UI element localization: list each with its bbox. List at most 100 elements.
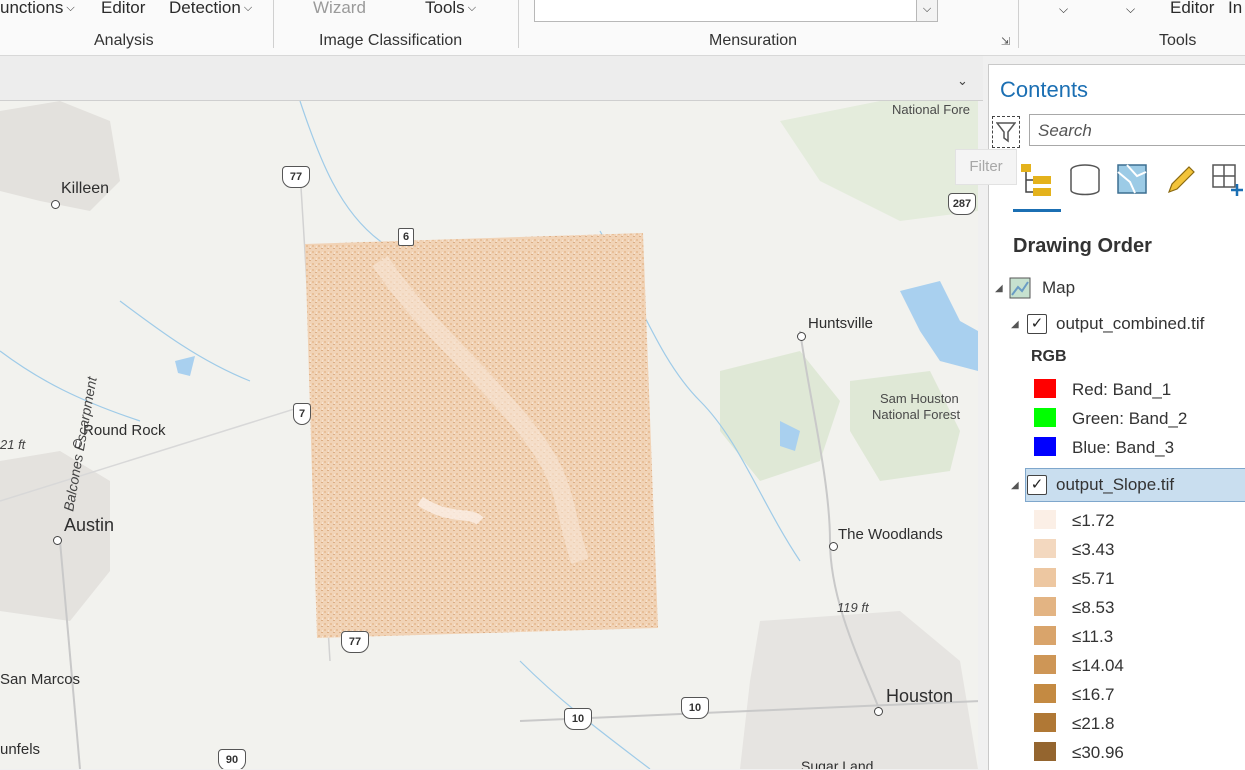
list-by-editing-icon[interactable] — [1163, 162, 1199, 198]
layer-name[interactable]: output_combined.tif — [1056, 314, 1204, 334]
slope-class-label: ≤5.71 — [1072, 569, 1115, 588]
renderer-label: RGB — [1031, 348, 1067, 365]
contents-pane: Contents Search Drawing Order ◢ Map ◢ ✓ … — [988, 64, 1245, 770]
list-by-data-source-icon[interactable] — [1067, 162, 1103, 198]
search-input[interactable]: Search — [1029, 114, 1245, 146]
chevron-down-icon: ⌵ — [243, 2, 253, 14]
slope-class-label: ≤21.8 — [1072, 714, 1115, 733]
place-label: Houston — [886, 686, 954, 706]
filter-icon — [996, 122, 1016, 143]
group-divider — [518, 0, 519, 48]
slope-class-swatch — [1034, 684, 1056, 703]
list-by-snapping-icon[interactable] — [1210, 162, 1245, 198]
list-by-selection-icon[interactable] — [1115, 162, 1151, 198]
slope-class-label: ≤8.53 — [1072, 598, 1115, 617]
highway-shield: 10 — [564, 708, 592, 730]
map-tab-strip: ⌄ — [0, 56, 983, 101]
collapse-icon[interactable]: ◢ — [1011, 480, 1019, 491]
forest-label: National Forest — [872, 407, 961, 422]
place-label: Round Rock — [83, 422, 166, 439]
pane-title: Contents — [1000, 77, 1089, 102]
chevron-down-icon[interactable]: ⌄ — [957, 73, 968, 89]
chevron-down-icon[interactable]: ⌵ — [1126, 2, 1135, 17]
tools-editor-button[interactable]: Editor — [1170, 0, 1214, 18]
group-label-analysis: Analysis — [94, 32, 154, 49]
group-divider — [273, 0, 274, 48]
mensuration-input[interactable] — [534, 0, 918, 22]
slope-class-swatch — [1034, 742, 1056, 761]
highway-shield: 10 — [681, 697, 709, 719]
place-label: unfels — [0, 741, 41, 758]
road — [0, 400, 321, 502]
slope-class-swatch — [1034, 539, 1056, 558]
group-label-tools: Tools — [1159, 32, 1197, 49]
highway-shield: 6 — [398, 228, 414, 246]
group-label-mensuration: Mensuration — [709, 32, 798, 49]
slope-class-swatch — [1034, 597, 1056, 616]
collapse-icon[interactable]: ◢ — [995, 283, 1003, 294]
wizard-button[interactable]: Wizard — [313, 0, 366, 18]
dialog-launcher-icon[interactable]: ⇲ — [1001, 36, 1013, 48]
river — [0, 350, 141, 422]
slope-class-swatch — [1034, 510, 1056, 529]
functions-menu[interactable]: unctions ⌵ — [0, 0, 75, 18]
slope-class-swatch — [1034, 626, 1056, 645]
lake — [900, 281, 978, 371]
list-by-drawing-order-icon[interactable] — [1019, 162, 1055, 198]
city-marker — [51, 200, 60, 209]
slope-raster — [305, 233, 658, 638]
place-label: Sugar Land — [801, 758, 874, 769]
band-label: Blue: Band_3 — [1072, 438, 1175, 457]
place-label: Killeen — [61, 180, 110, 197]
highway-shield: 77 — [341, 631, 369, 653]
forest-area — [850, 371, 960, 481]
band-label: Red: Band_1 — [1072, 380, 1172, 399]
map-view[interactable]: Killeen Huntsville Round Rock Austin The… — [0, 101, 978, 769]
tools-in-button[interactable]: In — [1228, 0, 1242, 18]
filter-button[interactable] — [992, 116, 1020, 148]
chevron-down-icon: ⌵ — [467, 2, 477, 14]
slope-class-swatch — [1034, 568, 1056, 587]
map-icon — [1009, 277, 1031, 299]
editor-button[interactable]: Editor — [101, 0, 145, 18]
band-swatch — [1034, 408, 1056, 427]
place-label: San Marcos — [0, 671, 81, 688]
slope-class-label: ≤14.04 — [1072, 656, 1124, 675]
layer-name[interactable]: output_Slope.tif — [1056, 475, 1174, 495]
slope-class-label: ≤16.7 — [1072, 685, 1115, 704]
slope-class-swatch — [1034, 713, 1056, 732]
layer-visibility-checkbox[interactable]: ✓ — [1027, 314, 1047, 334]
band-label: Green: Band_2 — [1072, 409, 1188, 428]
chevron-down-icon: ⌵ — [66, 2, 75, 14]
elevation-label: 21 ft — [0, 437, 26, 452]
city-marker — [797, 332, 806, 341]
slope-class-label: ≤30.96 — [1072, 743, 1124, 762]
group-label-image-classification: Image Classification — [319, 32, 463, 49]
group-divider — [1018, 0, 1019, 48]
highway-shield: 77 — [282, 166, 310, 188]
layer-visibility-checkbox[interactable]: ✓ — [1027, 475, 1047, 495]
band-swatch — [1034, 437, 1056, 456]
slope-class-label: ≤3.43 — [1072, 540, 1115, 559]
lake — [175, 356, 195, 376]
forest-label: Sam Houston — [880, 391, 959, 406]
mensuration-dropdown[interactable]: ⌵ — [916, 0, 938, 22]
place-label: Huntsville — [808, 315, 874, 332]
classification-tools-menu[interactable]: Tools ⌵ — [425, 0, 476, 18]
ribbon: unctions ⌵ Editor Detection ⌵ Analysis Wiz… — [0, 0, 1245, 56]
slope-class-swatch — [1034, 655, 1056, 674]
place-label: The Woodlands — [838, 526, 943, 543]
active-tab-indicator — [1013, 209, 1061, 212]
collapse-icon[interactable]: ◢ — [1011, 319, 1019, 330]
city-marker — [829, 542, 838, 551]
highway-shield: 287 — [948, 193, 976, 215]
chevron-down-icon[interactable]: ⌵ — [1059, 2, 1068, 17]
slope-class-label: ≤1.72 — [1072, 511, 1115, 530]
detection-menu[interactable]: Detection ⌵ — [169, 0, 252, 18]
filter-tooltip: Filter — [955, 149, 1017, 185]
map-node-label[interactable]: Map — [1042, 278, 1075, 298]
band-swatch — [1034, 379, 1056, 398]
highway-shield: 90 — [218, 749, 246, 769]
forest-label: National Fore — [892, 102, 971, 117]
highway-shield: 7 — [293, 403, 311, 425]
